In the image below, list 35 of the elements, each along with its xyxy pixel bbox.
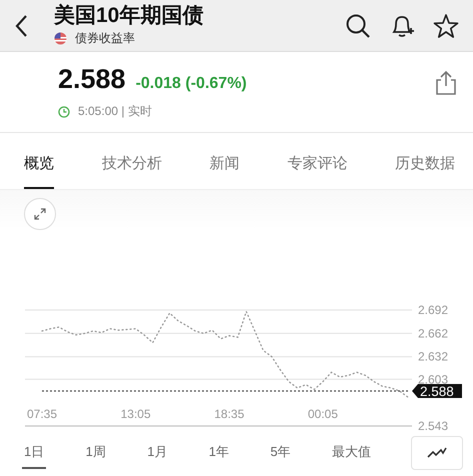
expand-button[interactable] [24, 198, 56, 230]
expand-icon [33, 207, 47, 221]
period-tab[interactable]: 5年 [268, 437, 293, 469]
axis-label: 2.692 [418, 303, 448, 317]
tab[interactable]: 历史数据 [395, 139, 455, 189]
period-tab[interactable]: 1日 [22, 437, 46, 469]
price-badge: 2.588 [412, 384, 462, 399]
period-tab[interactable]: 1周 [84, 437, 108, 469]
axis-label: 2.603 [418, 372, 448, 386]
tab[interactable]: 新闻 [210, 139, 240, 189]
price: 2.588 [58, 64, 126, 95]
search-icon[interactable] [345, 12, 371, 38]
back-icon[interactable] [14, 14, 28, 38]
page-title: 美国10年期国债 [54, 4, 204, 28]
axis-label: 2.632 [418, 350, 448, 364]
share-icon[interactable] [435, 70, 457, 96]
price-change: -0.018 (-0.67%) [136, 75, 247, 93]
axis-label: 2.662 [418, 326, 448, 340]
subtitle: 债券收益率 [75, 30, 135, 47]
clock-icon [58, 106, 70, 118]
axis-label: 2.543 [418, 419, 448, 433]
axis-label: 18:35 [214, 407, 244, 421]
chart-type-button[interactable] [411, 436, 463, 470]
flag-icon [54, 32, 67, 45]
period-tab[interactable]: 最大值 [330, 437, 373, 469]
tab[interactable]: 专家评论 [287, 139, 348, 189]
update-time: 5:05:00 | 实时 [78, 103, 152, 120]
axis-label: 07:35 [26, 407, 58, 421]
line-chart-icon [427, 447, 447, 459]
axis-label: 00:05 [308, 407, 338, 421]
period-tab[interactable]: 1月 [145, 437, 170, 469]
period-tab[interactable]: 1年 [206, 437, 232, 469]
tab[interactable]: 技术分析 [102, 139, 162, 189]
star-icon[interactable] [433, 12, 459, 38]
axis-label: 13:05 [120, 407, 151, 421]
